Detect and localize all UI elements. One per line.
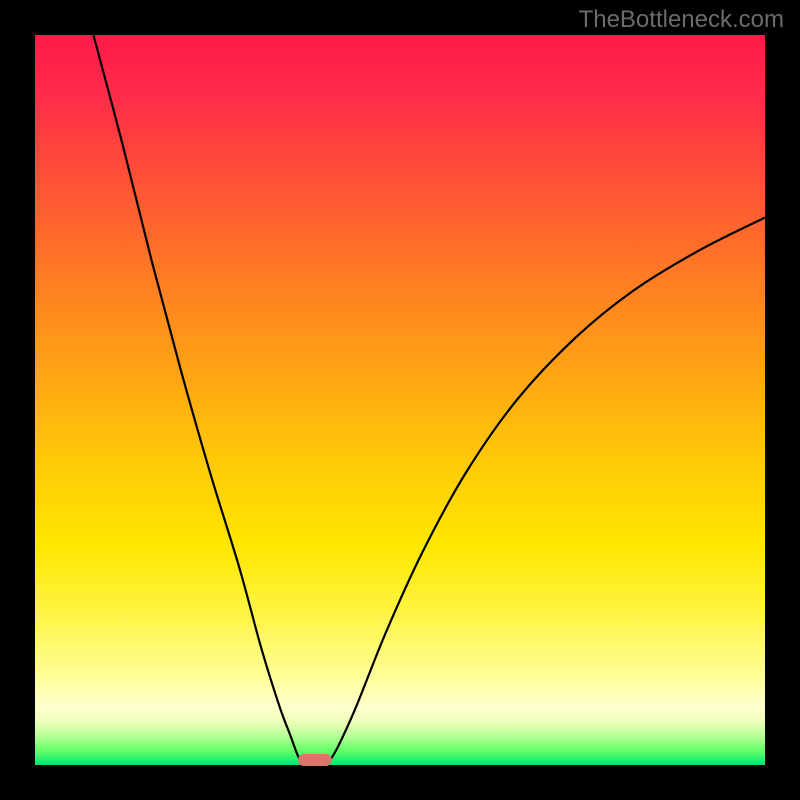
left-curve	[93, 35, 303, 765]
watermark-text: TheBottleneck.com	[579, 6, 784, 34]
right-curve	[327, 218, 765, 766]
bottleneck-marker	[298, 754, 332, 766]
plot-area	[35, 35, 765, 765]
curve-layer	[35, 35, 765, 765]
